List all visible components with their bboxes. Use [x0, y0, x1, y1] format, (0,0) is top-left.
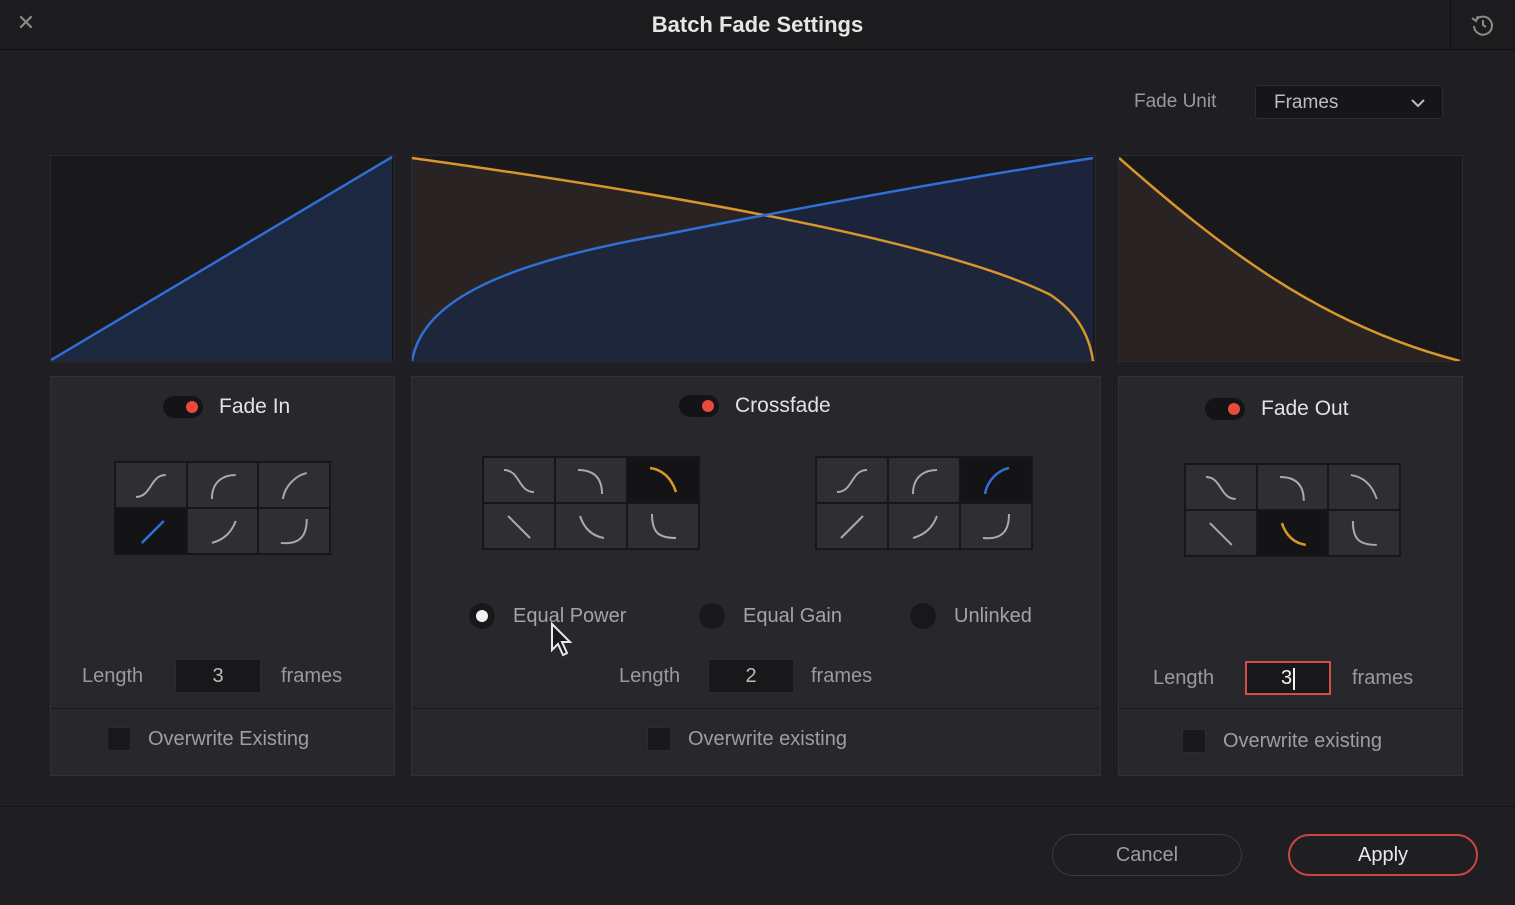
crossfade-out-curve-grid	[482, 456, 700, 550]
toggle-knob	[186, 401, 198, 413]
radio-unlinked[interactable]: Unlinked	[910, 603, 1032, 629]
curve-preset-linear-in[interactable]	[817, 504, 887, 548]
curve-preset-slow-in-2[interactable]	[961, 504, 1031, 548]
reset-button[interactable]	[1450, 0, 1515, 49]
curve-preset-s-in[interactable]	[817, 458, 887, 502]
radio-equal-gain-dot[interactable]	[699, 603, 725, 629]
curve-preset-linear-out[interactable]	[1186, 511, 1256, 555]
fade-in-overwrite-label: Overwrite Existing	[148, 727, 310, 750]
fade-in-overwrite-row: Overwrite Existing	[107, 727, 309, 751]
crossfade-overwrite-label: Overwrite existing	[688, 727, 847, 750]
fade-out-length-label: Length	[1153, 667, 1215, 689]
radio-equal-power[interactable]: Equal Power	[469, 603, 626, 629]
crossfade-in-curve-grid	[815, 456, 1033, 550]
curve-preset-fast-out-2[interactable]	[1329, 465, 1399, 509]
apply-button[interactable]: Apply	[1288, 834, 1478, 876]
fade-out-toggle-row: Fade Out	[1205, 397, 1349, 421]
fade-out-length-input[interactable]: 3	[1245, 661, 1331, 695]
fade-unit-label: Fade Unit	[1134, 91, 1217, 112]
toggle-knob	[702, 400, 714, 412]
fade-out-overwrite-checkbox[interactable]	[1182, 729, 1206, 753]
fade-in-panel: Fade In Length 3 frames Overwrite Existi…	[50, 376, 395, 776]
toggle-knob	[1228, 403, 1240, 415]
curve-preset-slow-out-2[interactable]	[628, 504, 698, 548]
chevron-down-icon	[1411, 99, 1425, 108]
curve-preset-fast-out-selected[interactable]	[628, 458, 698, 502]
radio-unlinked-dot[interactable]	[910, 603, 936, 629]
fade-out-curve-preview	[1118, 155, 1463, 362]
mouse-cursor-icon	[551, 622, 573, 657]
curve-preset-s-out[interactable]	[1186, 465, 1256, 509]
radio-equal-gain-label: Equal Gain	[743, 604, 842, 627]
curve-preset-fast-in[interactable]	[889, 458, 959, 502]
fade-out-label: Fade Out	[1261, 397, 1349, 420]
curve-preset-linear-out[interactable]	[484, 504, 554, 548]
curve-preset-fast-in-selected[interactable]	[961, 458, 1031, 502]
crossfade-label: Crossfade	[735, 394, 831, 417]
title-bar: ✕ Batch Fade Settings	[0, 0, 1515, 50]
fade-out-units-label: frames	[1352, 667, 1414, 689]
curve-preset-slow-out[interactable]	[556, 504, 626, 548]
fade-unit-value: Frames	[1274, 92, 1339, 113]
curve-preset-slow-in[interactable]	[889, 504, 959, 548]
fade-out-length-value: 3	[1280, 667, 1293, 689]
fade-in-toggle[interactable]	[163, 396, 203, 418]
fade-in-curve-grid	[114, 461, 331, 555]
fade-out-overwrite-row: Overwrite existing	[1182, 729, 1382, 753]
crossfade-units-label: frames	[811, 665, 873, 687]
fade-in-units-label: frames	[281, 665, 343, 687]
radio-unlinked-label: Unlinked	[954, 604, 1032, 627]
crossfade-overwrite-checkbox[interactable]	[647, 727, 671, 751]
divider	[1119, 708, 1462, 709]
crossfade-panel: Crossfade Equal Power Equal Gain Unlinke…	[411, 376, 1101, 776]
footer-divider	[0, 806, 1515, 807]
fade-out-overwrite-label: Overwrite existing	[1223, 729, 1382, 752]
curve-preset-slow-out-selected[interactable]	[1257, 511, 1328, 555]
fade-out-curve-grid	[1184, 463, 1401, 557]
fade-out-toggle[interactable]	[1205, 398, 1245, 420]
text-caret	[1293, 667, 1296, 690]
radio-equal-gain[interactable]: Equal Gain	[699, 603, 842, 629]
curve-preset-linear[interactable]	[116, 509, 186, 553]
curve-preset-fast-out[interactable]	[1257, 465, 1328, 509]
fade-out-panel: Fade Out Length 3 frames Overwrite exist…	[1118, 376, 1463, 776]
curve-preset-fast[interactable]	[187, 463, 258, 507]
curve-preset-fast-2[interactable]	[259, 463, 329, 507]
curve-preset-slow-out-2[interactable]	[1329, 511, 1399, 555]
divider	[412, 708, 1100, 709]
fade-in-label: Fade In	[219, 395, 291, 418]
cancel-button[interactable]: Cancel	[1052, 834, 1242, 876]
fade-in-toggle-row: Fade In	[163, 395, 290, 419]
curve-preset-s[interactable]	[116, 463, 186, 507]
divider	[51, 708, 394, 709]
curve-preset-slow-2[interactable]	[259, 509, 329, 553]
crossfade-toggle-row: Crossfade	[679, 394, 831, 418]
fade-in-overwrite-checkbox[interactable]	[107, 727, 131, 751]
fade-unit-dropdown[interactable]: Frames	[1255, 85, 1443, 119]
crossfade-length-input[interactable]: 2	[708, 659, 794, 693]
radio-equal-power-dot[interactable]	[469, 603, 495, 629]
fade-in-length-input[interactable]: 3	[175, 659, 261, 693]
curve-preset-slow[interactable]	[187, 509, 258, 553]
curve-preset-s-out[interactable]	[484, 458, 554, 502]
curve-preset-fast-out[interactable]	[556, 458, 626, 502]
fade-in-length-label: Length	[82, 665, 144, 687]
crossfade-curve-preview	[411, 155, 1096, 362]
fade-in-curve-preview	[50, 155, 395, 362]
dialog-title: Batch Fade Settings	[651, 12, 864, 37]
crossfade-toggle[interactable]	[679, 395, 719, 417]
crossfade-overwrite-row: Overwrite existing	[647, 727, 847, 751]
crossfade-length-label: Length	[619, 665, 681, 687]
reset-icon	[1471, 15, 1493, 36]
